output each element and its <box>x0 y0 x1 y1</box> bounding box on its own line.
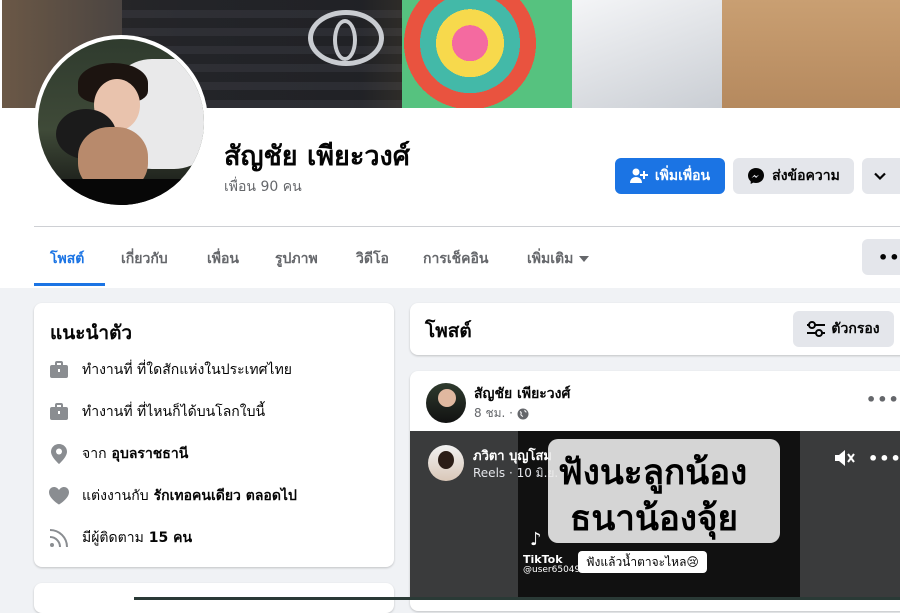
video-subtitle: ฟังแล้วน้ำตาจะไหล😢 <box>578 551 707 573</box>
reel-author-avatar[interactable] <box>428 445 464 481</box>
add-friend-label: เพิ่มเพื่อน <box>654 168 711 184</box>
profile-name: สัญชัย เพียะวงศ์ <box>224 141 410 172</box>
more-options-button[interactable] <box>862 158 900 194</box>
intro-work-2-text: ทำงานที่ ที่ไหนก็ได้บนโลกใบนี้ <box>82 404 266 420</box>
tab-posts[interactable]: โพสต์ <box>50 248 84 270</box>
tab-videos[interactable]: วิดีโอ <box>356 248 389 270</box>
intro-title: แนะนำตัว <box>50 322 133 344</box>
intro-from-prefix: จาก <box>82 446 107 462</box>
cover-car-logo <box>308 10 384 66</box>
posts-title: โพสต์ <box>425 320 472 342</box>
message-label: ส่งข้อความ <box>772 168 840 184</box>
location-pin-icon <box>48 443 70 465</box>
post-meta: 8 ชม. · <box>474 404 529 423</box>
intro-work-1-text: ทำงานที่ ที่ใดสักแห่งในประเทศไทย <box>82 362 293 378</box>
filter-label: ตัวกรอง <box>831 321 880 337</box>
rss-feed-icon <box>48 527 70 549</box>
intro-married: แต่งงานกับ รักเทอคนเดียว ตลอดไป <box>48 484 297 508</box>
tiktok-username: @user650498 <box>523 565 586 575</box>
tabs-more-button[interactable]: ••• <box>862 239 900 275</box>
intro-work-2: ทำงานที่ ที่ไหนก็ได้บนโลกใบนี้ <box>48 400 265 424</box>
globe-icon <box>517 408 529 419</box>
messenger-icon <box>748 168 765 184</box>
intro-followers-count[interactable]: 15 คน <box>149 527 192 549</box>
tiktok-icon: ♪ <box>530 529 542 550</box>
intro-married-to[interactable]: รักเทอคนเดียว ตลอดไป <box>154 485 297 507</box>
intro-followers: มีผู้ติดตาม 15 คน <box>48 526 192 550</box>
intro-work-1: ทำงานที่ ที่ใดสักแห่งในประเทศไทย <box>48 358 292 382</box>
intro-from-place[interactable]: อุบลราชธานี <box>112 443 189 465</box>
mute-icon[interactable] <box>834 449 856 467</box>
tab-more[interactable]: เพิ่มเติม <box>527 248 590 270</box>
briefcase-icon <box>48 359 70 381</box>
intro-from: จาก อุบลราชธานี <box>48 442 188 466</box>
intro-married-prefix: แต่งงานกับ <box>82 488 149 504</box>
post-author-name[interactable]: สัญชัย เพียะวงศ์ <box>474 383 570 405</box>
video-more-button[interactable]: ••• <box>868 449 900 468</box>
filter-button[interactable]: ตัวกรอง <box>793 311 894 347</box>
chevron-down-icon <box>874 172 886 181</box>
message-button[interactable]: ส่งข้อความ <box>733 158 854 194</box>
tab-friends[interactable]: เพื่อน <box>207 248 239 270</box>
add-friend-icon <box>629 168 648 183</box>
active-tab-indicator <box>34 283 105 286</box>
briefcase-icon <box>48 401 70 423</box>
intro-followers-prefix: มีผู้ติดตาม <box>82 530 144 546</box>
post-time[interactable]: 8 ชม. · <box>474 404 513 423</box>
post-more-button[interactable]: ••• <box>866 390 900 409</box>
reel-author-name[interactable]: ภวิตา บุญโสม <box>473 445 552 466</box>
cover-ground <box>722 0 900 108</box>
shared-reel-video[interactable]: ภวิตา บุญโสม Reels · 10 มิ.ย. · ฟังนะลูก… <box>410 431 900 600</box>
reel-avatar-hair <box>438 451 454 469</box>
header-divider <box>34 226 900 227</box>
tab-more-label: เพิ่มเติม <box>527 251 574 267</box>
video-caption-line-2: ธนาน้องจุ้ย <box>570 499 738 539</box>
post-author-avatar[interactable] <box>426 383 466 423</box>
caret-down-icon <box>579 256 590 262</box>
add-friend-button[interactable]: เพิ่มเพื่อน <box>615 158 725 194</box>
post-avatar-face <box>438 389 456 407</box>
cover-headlight <box>572 0 732 108</box>
friend-count[interactable]: เพื่อน 90 คน <box>224 176 302 198</box>
heart-icon <box>48 485 70 507</box>
filter-sliders-icon <box>807 321 826 337</box>
tab-about[interactable]: เกี่ยวกับ <box>121 248 168 270</box>
tab-checkins[interactable]: การเช็คอิน <box>423 248 489 270</box>
avatar-bottom <box>38 179 204 205</box>
more-dots-icon: ••• <box>878 247 900 267</box>
profile-avatar[interactable] <box>38 39 204 205</box>
cover-tiedye-shirt <box>402 0 572 108</box>
tab-photos[interactable]: รูปภาพ <box>275 248 318 270</box>
